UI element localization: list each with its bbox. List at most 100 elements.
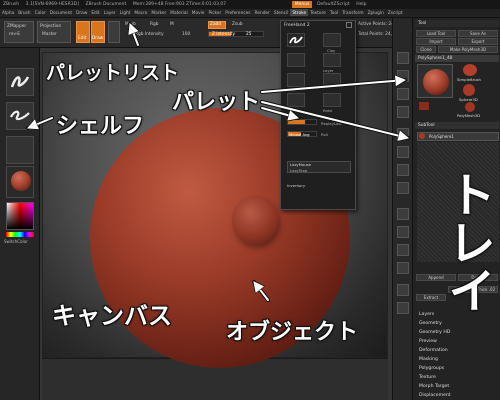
palette-item-rake-label: Rake (323, 108, 333, 113)
tool-thumb-small[interactable] (419, 102, 429, 110)
menu-light[interactable]: Light (118, 9, 133, 16)
palette-item-clay[interactable] (323, 33, 341, 47)
tray-list-morph-target[interactable]: Morph Target (419, 384, 449, 389)
tray-list-texture[interactable]: Texture (419, 375, 436, 380)
menu-edit[interactable]: Edit (89, 9, 101, 16)
move-button[interactable] (108, 21, 120, 43)
transp-button[interactable] (397, 302, 409, 314)
palette-close-icon[interactable] (346, 22, 352, 28)
palette-item-nudge[interactable] (287, 73, 305, 87)
menu-transform[interactable]: Transform (340, 9, 365, 16)
tray-list-layers[interactable]: Layers (419, 312, 434, 317)
menu-preferences[interactable]: Preferences (223, 9, 252, 16)
rgb-button[interactable]: Rgb (150, 22, 158, 27)
polymesh3d-thumb[interactable] (465, 102, 475, 112)
menu-layer[interactable]: Layer (102, 9, 118, 16)
sphere3d-thumb[interactable] (463, 84, 475, 96)
aahalf-button[interactable] (397, 106, 409, 118)
m-button[interactable]: M (170, 22, 174, 27)
lazy-step-slider[interactable] (287, 119, 317, 125)
export-button[interactable]: Export (458, 38, 498, 45)
menu-zscript[interactable]: Zscript (386, 9, 405, 16)
menu-render[interactable]: Render (253, 9, 272, 16)
simplebrush-thumb[interactable] (463, 64, 477, 76)
zsub-button[interactable]: Zsub (232, 22, 243, 27)
scroll-button[interactable] (397, 52, 409, 64)
menu-stencil[interactable]: Stencil (272, 9, 291, 16)
zadd-label: Zadd (210, 22, 222, 27)
move-view-button[interactable] (397, 226, 409, 238)
menu-alpha[interactable]: Alpha (0, 9, 16, 16)
menu-picker[interactable]: Picker (206, 9, 223, 16)
save-as-button[interactable]: Save As (458, 30, 498, 37)
menu-tool[interactable]: Tool (328, 9, 340, 16)
default-zscript-button[interactable]: DefaultZScript (314, 0, 352, 7)
menu-document[interactable]: Document (48, 9, 74, 16)
menu-stroke[interactable]: Stroke (290, 9, 309, 16)
palette-item-claytubes[interactable] (287, 93, 305, 107)
palette-item-inflat[interactable] (287, 53, 305, 67)
menu-macro[interactable]: Macro (132, 9, 149, 16)
left-shelf: SwitchColor (0, 48, 40, 400)
import-button[interactable]: Import (416, 38, 456, 45)
tray-list-geometry[interactable]: Geometry (419, 321, 442, 326)
tool-title[interactable]: Tool (415, 20, 499, 27)
tray-list-geometry-hd[interactable]: Geometry HD (419, 330, 450, 335)
palette-item-standard[interactable] (287, 33, 305, 47)
palette-title: FreeHand 2 (284, 23, 310, 28)
palette-item-layer[interactable] (323, 53, 341, 67)
frame-button[interactable] (397, 208, 409, 220)
tray-list-displacement[interactable]: Displacement (419, 393, 451, 398)
menu-draw[interactable]: Draw (74, 9, 89, 16)
alpha-slot[interactable] (6, 136, 34, 164)
floor-button[interactable] (397, 146, 409, 158)
menu-marker[interactable]: Marker (149, 9, 168, 16)
actual-button[interactable] (397, 88, 409, 100)
title-bar: ZBrush 3.1[SVN-6969-HESR3D] ZBrush Docum… (0, 0, 500, 9)
palette-item-smooth[interactable] (323, 73, 341, 87)
current-tool-thumb[interactable] (417, 64, 453, 98)
tray-list-polygroups[interactable]: Polygroups (419, 366, 444, 371)
polyf-button[interactable] (397, 284, 409, 296)
roll-button[interactable]: Roll (321, 132, 328, 137)
menu-zplugin[interactable]: Zplugin (366, 9, 386, 16)
menu-movie[interactable]: Movie (190, 9, 207, 16)
menu-material[interactable]: Material (168, 9, 189, 16)
tray-list-preview[interactable]: Preview (419, 339, 437, 344)
local-button[interactable] (397, 164, 409, 176)
brush-slot[interactable] (6, 68, 34, 96)
memory-status: Mem:289+48 Free:903 ZTime:0:01:03.07 (132, 2, 227, 7)
material-slot[interactable] (6, 166, 34, 198)
load-tool-button[interactable]: Load Tool (416, 30, 456, 37)
tray-list-masking[interactable]: Masking (419, 357, 438, 362)
xyz-button[interactable] (397, 182, 409, 194)
sculpt-bump[interactable] (232, 196, 278, 244)
subtool-title[interactable]: SubTool (415, 122, 499, 129)
menus-button[interactable]: Menus (291, 1, 313, 8)
subtool-name: PolySphere1 (429, 134, 454, 139)
projection-label: Projection (40, 24, 62, 29)
menu-texture[interactable]: Texture (308, 9, 328, 16)
tray-list-deformation[interactable]: Deformation (419, 348, 448, 353)
color-picker[interactable] (6, 202, 34, 230)
stroke-slot[interactable] (6, 102, 34, 130)
zoom-button[interactable] (397, 70, 409, 82)
menu-color[interactable]: Color (33, 9, 48, 16)
mrgb-button[interactable]: Mrgb (125, 22, 136, 27)
switch-color-label[interactable]: SwitchColor (4, 239, 28, 244)
clone-button[interactable]: Clone (416, 46, 436, 53)
rotate-view-button[interactable] (397, 262, 409, 274)
hue-strip[interactable] (6, 232, 34, 237)
palette-item-rake[interactable] (323, 93, 341, 107)
replay-last-button[interactable]: ReplayLast (321, 121, 342, 126)
current-tool-name: PolySphere1_48 (415, 55, 499, 62)
make-polymesh-button[interactable]: Make PolyMesh3D (438, 46, 498, 53)
persp-button[interactable] (397, 128, 409, 140)
master-label: Master (42, 32, 57, 37)
help-button[interactable]: Help (353, 0, 368, 7)
menu-brush[interactable]: Brush (16, 9, 32, 16)
rgb-intensity-value: 100 (182, 32, 191, 37)
rgb-intensity-label: Rgb Intensity (135, 32, 164, 37)
scale-view-button[interactable] (397, 244, 409, 256)
draw-label: Draw (92, 36, 104, 41)
